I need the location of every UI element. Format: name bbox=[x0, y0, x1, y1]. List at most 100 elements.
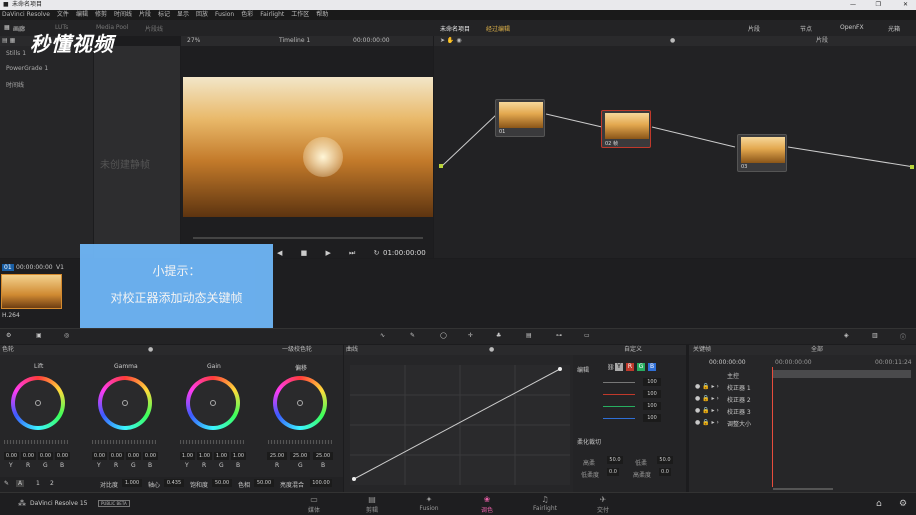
saturation-value[interactable]: 50.00 bbox=[212, 479, 232, 487]
nav-fusion[interactable]: ✦ Fusion bbox=[409, 495, 449, 512]
menu-color[interactable]: 色彩 bbox=[241, 11, 253, 18]
menu-clip[interactable]: 片段 bbox=[139, 11, 151, 18]
contrast-value[interactable]: 1.000 bbox=[122, 479, 142, 487]
g-intensity-value[interactable]: 100 bbox=[643, 402, 661, 410]
g-channel-button[interactable]: G bbox=[637, 363, 645, 371]
offset-r-value[interactable]: 25.00 bbox=[267, 452, 287, 460]
nav-color[interactable]: ❀ 调色 bbox=[467, 495, 507, 514]
keyframe-row-corrector-1[interactable]: 校正器 1 bbox=[727, 383, 751, 392]
lum-mix-value[interactable]: 100.00 bbox=[310, 479, 332, 487]
nav-fairlight[interactable]: ♫ Fairlight bbox=[525, 495, 565, 512]
lift-b-value[interactable]: 0.00 bbox=[55, 452, 70, 460]
tracker-icon[interactable]: ✛ bbox=[468, 332, 473, 339]
gamma-y-value[interactable]: 0.00 bbox=[92, 452, 107, 460]
menu-fusion[interactable]: Fusion bbox=[215, 11, 234, 18]
keyframe-row-sizing[interactable]: 调整大小 bbox=[727, 419, 751, 428]
settings-gear-icon[interactable]: ⚙ bbox=[899, 499, 907, 509]
lift-y-value[interactable]: 0.00 bbox=[4, 452, 19, 460]
gamma-master-wheel[interactable] bbox=[92, 440, 156, 444]
timeline-album[interactable]: 时间线 bbox=[0, 76, 93, 93]
menu-fairlight[interactable]: Fairlight bbox=[260, 11, 284, 18]
gain-y-value[interactable]: 1.00 bbox=[180, 452, 195, 460]
openfx-toggle[interactable]: OpenFX bbox=[840, 24, 864, 31]
keyframes-scrollbar[interactable] bbox=[773, 488, 833, 490]
zoom-select[interactable]: 27% bbox=[187, 36, 200, 46]
offset-b-value[interactable]: 25.00 bbox=[313, 452, 333, 460]
blur-icon[interactable]: ▤ bbox=[526, 332, 532, 339]
row-1-controls[interactable]: ● 🔒 ▸ › bbox=[695, 383, 719, 390]
output-node[interactable] bbox=[910, 165, 914, 169]
menu-view[interactable]: 显示 bbox=[177, 11, 189, 18]
nav-edit[interactable]: ▤ 剪辑 bbox=[352, 495, 392, 514]
nav-deliver[interactable]: ✈ 交付 bbox=[583, 495, 623, 514]
scrubber[interactable] bbox=[193, 237, 423, 239]
menu-help[interactable]: 帮助 bbox=[316, 11, 328, 18]
wheels-mode-select[interactable]: 一级校色轮 bbox=[282, 345, 312, 355]
y-intensity-slider[interactable] bbox=[603, 382, 635, 383]
menu-workspace[interactable]: 工作区 bbox=[291, 11, 309, 18]
menu-timeline[interactable]: 时间线 bbox=[114, 11, 132, 18]
lift-master-wheel[interactable] bbox=[4, 440, 68, 444]
keyframes-filter-select[interactable]: 全部 bbox=[811, 345, 823, 355]
camera-raw-icon[interactable]: ⚙ bbox=[6, 332, 11, 339]
maximize-button[interactable]: ❐ bbox=[876, 0, 881, 10]
offset-master-wheel[interactable] bbox=[268, 440, 332, 444]
nav-media[interactable]: ▭ 媒体 bbox=[294, 495, 334, 514]
curves-mode-select[interactable]: 自定义 bbox=[624, 345, 642, 355]
menu-playback[interactable]: 回放 bbox=[196, 11, 208, 18]
playhead[interactable] bbox=[772, 367, 773, 487]
high-soft-value[interactable]: 50.0 bbox=[607, 456, 623, 464]
curve-graph[interactable] bbox=[350, 365, 570, 485]
keyframe-row-master[interactable]: 主控 bbox=[727, 371, 739, 380]
high-softness-value[interactable]: 0.0 bbox=[659, 468, 671, 476]
menu-mark[interactable]: 标记 bbox=[158, 11, 170, 18]
lift-wheel[interactable] bbox=[11, 376, 65, 430]
scopes-icon[interactable]: ▥ bbox=[872, 332, 878, 339]
gallery-button[interactable]: 画廊 bbox=[13, 24, 25, 33]
node-03[interactable]: 03 bbox=[737, 134, 787, 172]
g-intensity-slider[interactable] bbox=[603, 406, 635, 407]
r-intensity-slider[interactable] bbox=[603, 394, 635, 395]
transport-controls[interactable]: ◀ ■ ▶ ⏭ ↻ bbox=[277, 249, 387, 258]
nodes-toggle[interactable]: 节点 bbox=[800, 24, 812, 33]
gamma-g-value[interactable]: 0.00 bbox=[126, 452, 141, 460]
curves-icon[interactable]: ∿ bbox=[380, 332, 385, 339]
menu-trim[interactable]: 修剪 bbox=[95, 11, 107, 18]
home-icon[interactable]: ⌂ bbox=[876, 499, 882, 509]
link-icon[interactable]: ⛓ bbox=[607, 364, 615, 371]
menu-davinci[interactable]: DaVinci Resolve bbox=[2, 11, 50, 18]
clips-button[interactable]: 片段线 bbox=[145, 24, 163, 33]
gain-wheel[interactable] bbox=[186, 376, 240, 430]
color-match-icon[interactable]: ▣ bbox=[36, 332, 42, 339]
keyframe-row-corrector-2[interactable]: 校正器 2 bbox=[727, 395, 751, 404]
powergrade-album[interactable]: PowerGrade 1 bbox=[0, 61, 93, 76]
sizing-icon[interactable]: ▭ bbox=[584, 332, 590, 339]
y-channel-button[interactable]: Y bbox=[615, 363, 623, 371]
gain-b-value[interactable]: 1.00 bbox=[231, 452, 246, 460]
auto-button[interactable]: A bbox=[16, 480, 25, 487]
gain-r-value[interactable]: 1.00 bbox=[197, 452, 212, 460]
offset-wheel[interactable] bbox=[273, 376, 327, 430]
row-4-controls[interactable]: ● 🔒 ▸ › bbox=[695, 419, 719, 426]
motion-icon[interactable]: ◈ bbox=[844, 332, 849, 339]
magic-mask-icon[interactable]: ♣ bbox=[496, 332, 501, 339]
r-intensity-value[interactable]: 100 bbox=[643, 390, 661, 398]
gamma-b-value[interactable]: 0.00 bbox=[143, 452, 158, 460]
node-01[interactable]: 01 bbox=[495, 99, 545, 137]
color-wheels-icon[interactable]: ◎ bbox=[64, 332, 69, 339]
hue-value[interactable]: 50.00 bbox=[254, 479, 274, 487]
source-input[interactable] bbox=[439, 164, 443, 168]
info-icon[interactable]: ⓘ bbox=[900, 332, 906, 341]
menu-edit[interactable]: 编辑 bbox=[76, 11, 88, 18]
timeline-select[interactable]: Timeline 1 bbox=[279, 36, 310, 46]
y-intensity-value[interactable]: 100 bbox=[643, 378, 661, 386]
lightbox-toggle[interactable]: 光箱 bbox=[888, 24, 900, 33]
clips-toggle[interactable]: 片段 bbox=[748, 24, 760, 33]
auto-balance-icon[interactable]: ✎ bbox=[4, 480, 9, 487]
video-frame[interactable] bbox=[183, 77, 433, 217]
b-intensity-slider[interactable] bbox=[603, 418, 635, 419]
lift-r-value[interactable]: 0.00 bbox=[21, 452, 36, 460]
gain-master-wheel[interactable] bbox=[180, 440, 244, 444]
gain-g-value[interactable]: 1.00 bbox=[214, 452, 229, 460]
node-02[interactable]: 02 帧 bbox=[601, 110, 651, 148]
